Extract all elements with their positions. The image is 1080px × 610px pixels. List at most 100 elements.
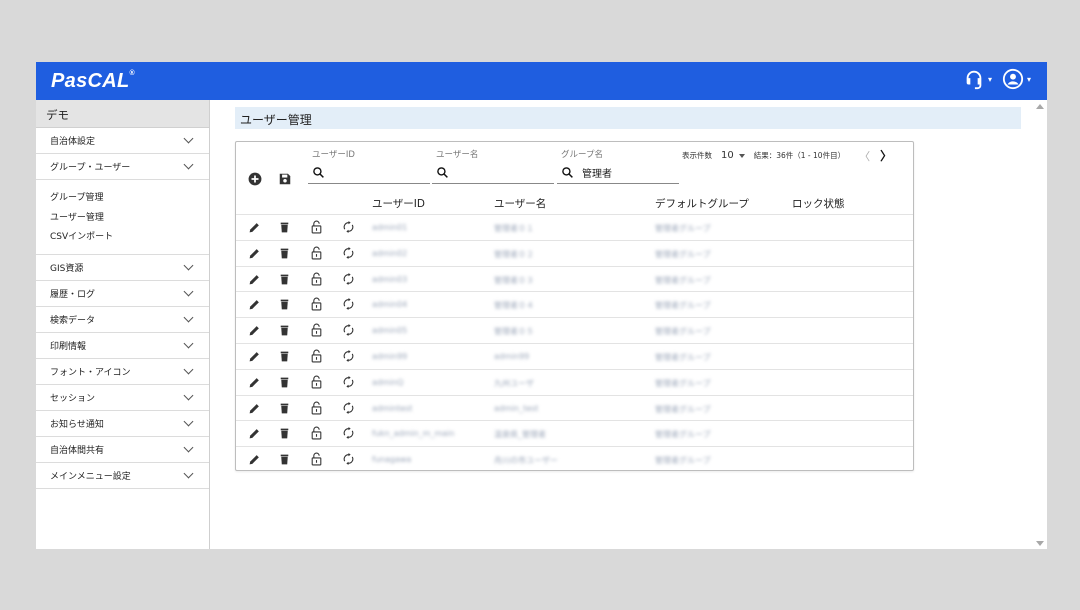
table-row[interactable]: fukn_admin_m_main 温泉県_管理者 管理者グループ	[236, 420, 913, 446]
chevron-down-icon	[183, 312, 194, 322]
save-icon[interactable]	[278, 171, 292, 190]
scroll-down-icon[interactable]	[1036, 541, 1044, 546]
group-name-filter[interactable]: グループ名 管理者	[557, 148, 679, 184]
column-header-user-name[interactable]: ユーザー名	[494, 196, 546, 211]
sidebar-item[interactable]: 履歴・ログ	[36, 281, 209, 307]
support-menu[interactable]: ▾	[963, 68, 992, 90]
refresh-icon[interactable]	[342, 425, 355, 444]
delete-icon[interactable]	[278, 245, 291, 264]
cell-user-id: admintest	[372, 403, 413, 413]
sidebar-item[interactable]: GIS資源	[36, 255, 209, 281]
scroll-up-icon[interactable]	[1036, 104, 1044, 109]
refresh-icon[interactable]	[342, 219, 355, 238]
chevron-down-icon: ▾	[1026, 74, 1031, 84]
prev-page-button[interactable]: 〈	[859, 148, 870, 164]
next-page-button[interactable]: 〉	[880, 147, 892, 164]
edit-icon[interactable]	[248, 400, 261, 419]
table-row[interactable]: admin02 管理者０２ 管理者グループ	[236, 239, 913, 266]
sidebar-item[interactable]: グループ・ユーザー	[36, 154, 209, 180]
refresh-icon[interactable]	[342, 374, 355, 393]
lock-icon[interactable]	[310, 374, 323, 393]
sidebar-item-label: 履歴・ログ	[50, 289, 96, 300]
sidebar-subitem-group-management[interactable]: グループ管理	[50, 189, 209, 209]
table-row[interactable]: admin01 管理者０１ 管理者グループ	[236, 214, 913, 240]
delete-icon[interactable]	[278, 219, 291, 238]
lock-icon[interactable]	[310, 425, 323, 444]
app-logo[interactable]: PasCAL®	[51, 70, 135, 93]
sidebar-item-label: 印刷情報	[50, 341, 87, 352]
table-row[interactable]: admin99 admin99 管理者グループ	[236, 342, 913, 369]
edit-icon[interactable]	[248, 245, 261, 264]
lock-icon[interactable]	[310, 322, 323, 341]
account-menu[interactable]: ▾	[1002, 68, 1031, 90]
chevron-down-icon	[183, 416, 194, 426]
edit-icon[interactable]	[248, 451, 261, 470]
chevron-down-icon	[183, 364, 194, 374]
table-row[interactable]: adminQ 九州ユーザ 管理者グループ	[236, 368, 913, 395]
sidebar-item-label: GIS資源	[50, 263, 84, 274]
table-row[interactable]: admin05 管理者０５ 管理者グループ	[236, 317, 913, 343]
sidebar-item[interactable]: 自治体設定	[36, 128, 209, 154]
cell-default-group: 管理者グループ	[655, 352, 711, 362]
sidebar-item[interactable]: 検索データ	[36, 307, 209, 333]
cell-default-group: 管理者グループ	[655, 249, 711, 259]
refresh-icon[interactable]	[342, 296, 355, 315]
cell-user-id: admin03	[372, 274, 408, 284]
lock-icon[interactable]	[310, 400, 323, 419]
sidebar-item[interactable]: フォント・アイコン	[36, 359, 209, 385]
lock-icon[interactable]	[310, 348, 323, 367]
add-circle-icon[interactable]	[248, 171, 262, 190]
user-id-filter[interactable]: ユーザーID	[308, 148, 430, 184]
sidebar-item[interactable]: メインメニュー設定	[36, 463, 209, 489]
per-page-select[interactable]: 10	[721, 150, 734, 161]
sidebar-item[interactable]: お知らせ通知	[36, 411, 209, 437]
sidebar-item[interactable]: 自治体間共有	[36, 437, 209, 463]
delete-icon[interactable]	[278, 296, 291, 315]
table-row[interactable]: admintest admin_test 管理者グループ	[236, 394, 913, 421]
column-header-user-id[interactable]: ユーザーID	[372, 196, 425, 211]
cell-default-group: 管理者グループ	[655, 275, 711, 285]
table-row[interactable]: funagawa 舟川の市ユーザー 管理者グループ	[236, 446, 913, 472]
top-bar: PasCAL® ▾ ▾	[36, 62, 1047, 100]
lock-icon[interactable]	[310, 451, 323, 470]
edit-icon[interactable]	[248, 219, 261, 238]
edit-icon[interactable]	[248, 322, 261, 341]
refresh-icon[interactable]	[342, 245, 355, 264]
delete-icon[interactable]	[278, 374, 291, 393]
cell-default-group: 管理者グループ	[655, 456, 711, 466]
delete-icon[interactable]	[278, 271, 291, 290]
refresh-icon[interactable]	[342, 400, 355, 419]
lock-icon[interactable]	[310, 296, 323, 315]
column-header-lock-status[interactable]: ロック状態	[792, 196, 845, 211]
delete-icon[interactable]	[278, 348, 291, 367]
refresh-icon[interactable]	[342, 451, 355, 470]
edit-icon[interactable]	[248, 296, 261, 315]
table-row[interactable]: admin04 管理者０４ 管理者グループ	[236, 291, 913, 317]
chevron-down-icon[interactable]	[738, 153, 745, 158]
delete-icon[interactable]	[278, 451, 291, 470]
table-row[interactable]: admin03 管理者０３ 管理者グループ	[236, 265, 913, 292]
sidebar-item[interactable]: 印刷情報	[36, 333, 209, 359]
lock-icon[interactable]	[310, 219, 323, 238]
delete-icon[interactable]	[278, 400, 291, 419]
delete-icon[interactable]	[278, 425, 291, 444]
scrollbar[interactable]	[1033, 100, 1047, 549]
sidebar-subitem-user-management[interactable]: ユーザー管理	[50, 209, 209, 229]
lock-icon[interactable]	[310, 271, 323, 290]
lock-icon[interactable]	[310, 245, 323, 264]
sidebar-item[interactable]: セッション	[36, 385, 209, 411]
search-icon	[561, 164, 574, 183]
refresh-icon[interactable]	[342, 348, 355, 367]
refresh-icon[interactable]	[342, 322, 355, 341]
edit-icon[interactable]	[248, 425, 261, 444]
delete-icon[interactable]	[278, 322, 291, 341]
sidebar-subitem-csv-import[interactable]: CSVインポート	[50, 228, 209, 248]
cell-user-name: 管理者０１	[494, 224, 534, 233]
sidebar-item-label: 自治体設定	[50, 137, 96, 147]
edit-icon[interactable]	[248, 348, 261, 367]
refresh-icon[interactable]	[342, 271, 355, 290]
column-header-default-group[interactable]: デフォルトグループ	[655, 196, 749, 211]
user-name-filter[interactable]: ユーザー名	[432, 148, 554, 184]
edit-icon[interactable]	[248, 271, 261, 290]
edit-icon[interactable]	[248, 374, 261, 393]
